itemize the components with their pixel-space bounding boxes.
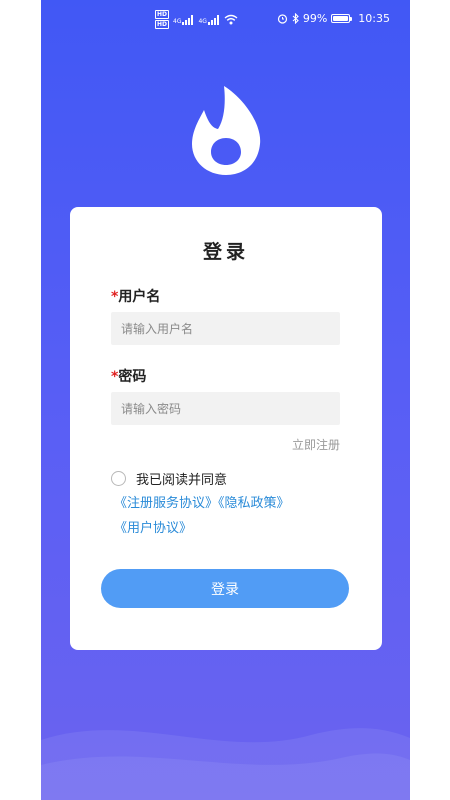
network-type-1: 4G (173, 17, 182, 25)
agreement-row: 我已阅读并同意 (111, 469, 227, 488)
clock-time: 10:35 (358, 12, 390, 25)
status-left: HD HD 4G 4G (155, 10, 238, 29)
service-agreement-link[interactable]: 《注册服务协议》 (114, 496, 218, 511)
status-bar: HD HD 4G 4G 99% 10:35 (41, 0, 410, 38)
battery-level (333, 16, 349, 21)
signal-icon-2: 4G (198, 14, 219, 25)
status-right: 99% 10:35 (277, 12, 390, 25)
password-input[interactable] (111, 392, 340, 425)
bluetooth-icon (292, 13, 299, 24)
battery-percent: 99% (302, 12, 328, 25)
login-button[interactable]: 登录 (101, 569, 349, 608)
signal-icon-1: 4G (173, 14, 194, 25)
password-label: *密码 (111, 366, 146, 386)
username-label: *用户名 (111, 286, 160, 306)
hd-badge-1: HD (155, 10, 170, 19)
username-input[interactable] (111, 312, 340, 345)
battery-icon (331, 14, 353, 23)
password-field[interactable] (111, 392, 340, 425)
background-wave (41, 728, 410, 800)
username-label-text: 用户名 (118, 289, 161, 305)
username-field[interactable] (111, 312, 340, 345)
hd-badges: HD HD (155, 10, 170, 29)
privacy-policy-link[interactable]: 《隐私政策》 (218, 496, 290, 511)
agreement-links: 《注册服务协议》《隐私政策》 《用户协议》 (114, 491, 354, 541)
flame-drop-logo-icon (192, 86, 261, 175)
wifi-icon (224, 14, 238, 25)
login-card: 登录 *用户名 *密码 立即注册 我已阅读并同意 《注册服务协议》《隐私政策》 … (70, 207, 382, 650)
login-title: 登录 (202, 241, 249, 263)
user-agreement-link[interactable]: 《用户协议》 (114, 521, 192, 536)
agreement-text: 我已阅读并同意 (136, 473, 228, 488)
network-type-2: 4G (198, 17, 207, 25)
app-screen: HD HD 4G 4G 99% 10:35 登录 *用户名 请输入用户名 *密码… (41, 0, 410, 800)
hd-badge-2: HD (155, 20, 170, 29)
agreement-radio[interactable] (111, 471, 126, 486)
register-link[interactable]: 立即注册 (292, 436, 340, 453)
password-label-text: 密码 (118, 369, 147, 385)
alarm-icon (277, 14, 287, 24)
